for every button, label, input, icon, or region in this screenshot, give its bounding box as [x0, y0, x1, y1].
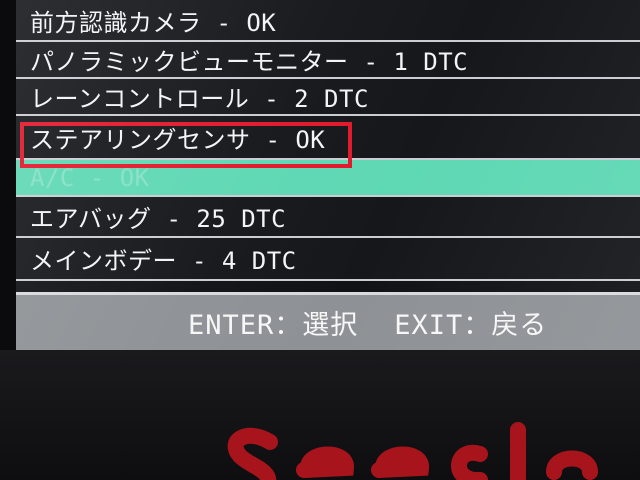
list-item-label: A/C - OK	[30, 163, 150, 192]
list-item-lane-control[interactable]: レーンコントロール - 2 DTC	[16, 79, 640, 116]
list-item-airbag[interactable]: エアバッグ - 25 DTC	[16, 197, 640, 238]
list-item-label: エアバッグ - 25 DTC	[30, 205, 287, 233]
list-item-main-body[interactable]: メインボデー - 4 DTC	[16, 238, 640, 281]
list-item-label: 前方認識カメラ - OK	[30, 8, 277, 37]
list-item-panoramic-view-monitor[interactable]: パノラミックビューモニター - 1 DTC	[16, 42, 640, 79]
brand-logo	[227, 422, 598, 480]
list-item-steering-sensor[interactable]: ステアリングセンサ - OK	[16, 116, 640, 160]
enter-select-hint[interactable]: ENTER：選択	[188, 303, 358, 342]
list-item-front-camera[interactable]: 前方認識カメラ - OK	[16, 0, 640, 42]
list-item-label: パノラミックビューモニター - 1 DTC	[30, 48, 469, 76]
system-list: 前方認識カメラ - OK パノラミックビューモニター - 1 DTC レーンコン…	[16, 0, 640, 281]
screen-left-bezel	[0, 0, 16, 350]
list-item-label: メインボデー - 4 DTC	[30, 247, 297, 275]
exit-back-hint[interactable]: EXIT：戻る	[394, 303, 547, 342]
list-item-label: ステアリングセンサ - OK	[30, 125, 326, 154]
list-item-label: レーンコントロール - 2 DTC	[30, 85, 369, 113]
diagnostic-screen: 前方認識カメラ - OK パノラミックビューモニター - 1 DTC レーンコン…	[16, 0, 640, 350]
key-hint-bar: ENTER：選択 EXIT：戻る	[16, 292, 640, 350]
device-photo: 前方認識カメラ - OK パノラミックビューモニター - 1 DTC レーンコン…	[0, 0, 640, 480]
list-item-ac[interactable]: A/C - OK	[16, 160, 640, 197]
